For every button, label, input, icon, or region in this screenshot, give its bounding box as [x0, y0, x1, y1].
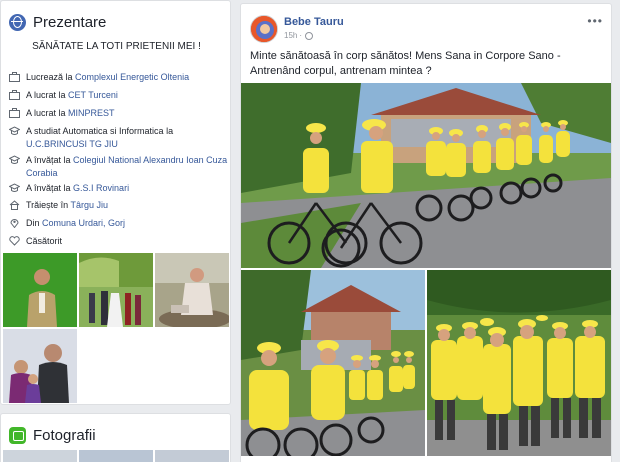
- item-prefix: A învățat la: [26, 183, 71, 193]
- globe-icon: [9, 13, 26, 31]
- briefcase-icon: [9, 72, 20, 82]
- author-name[interactable]: Bebe Tauru: [284, 16, 344, 28]
- more-options-button[interactable]: •••: [587, 14, 603, 28]
- education-item: A studiat Automatica si Informatica la U…: [9, 125, 229, 151]
- graduation-cap-icon: [9, 126, 20, 135]
- employer-link[interactable]: CET Turceni: [68, 90, 118, 100]
- item-prefix: Căsătorit: [26, 236, 63, 246]
- group-photo: [3, 329, 77, 403]
- graduation-cap-icon: [9, 155, 20, 164]
- author-avatar[interactable]: [250, 15, 278, 43]
- post-photo-left[interactable]: [241, 270, 425, 456]
- wedding-photo: [79, 253, 153, 327]
- work-item: A lucrat la CET Turceni: [9, 89, 229, 102]
- photo-thumbnail[interactable]: [3, 450, 77, 462]
- photo-thumbnail[interactable]: [79, 450, 153, 462]
- house-icon: [9, 200, 20, 210]
- hometown-link[interactable]: Comuna Urdari, Gorj: [42, 218, 125, 228]
- employer-link[interactable]: MINPREST: [68, 108, 115, 118]
- kids-group-photo: [427, 270, 611, 456]
- photo-thumbnail[interactable]: [79, 253, 153, 327]
- intro-title: Prezentare: [33, 13, 107, 31]
- location-pin-icon: [10, 219, 19, 228]
- graduation-cap-icon: [9, 183, 20, 192]
- item-prefix: A lucrat la: [26, 90, 66, 100]
- briefcase-icon: [9, 108, 20, 118]
- post-meta: 15h ·: [284, 31, 314, 40]
- education-item: A învățat la Colegiul National Alexandru…: [9, 154, 229, 180]
- photo-thumbnail[interactable]: [3, 329, 77, 403]
- current-city-item: Trăiește în Târgu Jiu: [9, 199, 229, 212]
- work-item: Lucrează la Complexul Energetic Oltenia: [9, 71, 229, 84]
- item-prefix: A lucrat la: [26, 108, 66, 118]
- photo-thumbnail[interactable]: [3, 253, 77, 327]
- item-prefix: Trăiește în: [26, 200, 69, 210]
- intro-card: Prezentare SĂNĂTATE LA TOTI PRIETENII ME…: [0, 0, 231, 405]
- briefcase-icon: [9, 90, 20, 100]
- photos-header: Fotografii: [9, 425, 96, 445]
- intro-header: Prezentare: [9, 12, 106, 32]
- post-photo-main[interactable]: [241, 83, 611, 268]
- post-card: Bebe Tauru 15h · ••• Minte sănătoasă în …: [240, 3, 612, 462]
- photos-title[interactable]: Fotografii: [33, 427, 96, 444]
- photo-thumbnail[interactable]: [155, 253, 229, 327]
- employer-link[interactable]: Complexul Energetic Oltenia: [75, 72, 189, 82]
- school-link[interactable]: U.C.BRINCUSI TG JIU: [26, 139, 118, 149]
- photos-icon: [9, 426, 26, 444]
- globe-icon: [305, 31, 314, 40]
- cycling-kids-photo: [241, 83, 611, 268]
- education-item: A învățat la G.S.I Rovinari: [9, 182, 229, 195]
- intro-bio: SĂNĂTATE LA TOTI PRIETENII MEI !: [32, 41, 201, 52]
- avatar-image: [251, 16, 277, 42]
- post-text: Minte sănătoasă în corp sănătos! Mens Sa…: [250, 50, 561, 77]
- post-photo-right[interactable]: [427, 270, 611, 456]
- school-link[interactable]: G.S.I Rovinari: [73, 183, 129, 193]
- photos-card: Fotografii: [0, 413, 231, 462]
- outdoor-photo: [155, 253, 229, 327]
- photo-thumbnail[interactable]: [155, 450, 229, 462]
- hometown-item: Din Comuna Urdari, Gorj: [9, 217, 229, 230]
- portrait-photo: [3, 253, 77, 327]
- item-prefix: A învățat la: [26, 155, 71, 165]
- cycling-group-photo: [241, 270, 425, 456]
- city-link[interactable]: Târgu Jiu: [71, 200, 109, 210]
- item-prefix: Lucrează la: [26, 72, 73, 82]
- heart-icon: [9, 236, 20, 246]
- post-timestamp[interactable]: 15h: [284, 31, 297, 40]
- item-prefix: A studiat Automatica si Informatica la: [26, 126, 174, 136]
- item-prefix: Din: [26, 218, 40, 228]
- work-item: A lucrat la MINPREST: [9, 107, 229, 120]
- relationship-item: Căsătorit: [9, 235, 229, 248]
